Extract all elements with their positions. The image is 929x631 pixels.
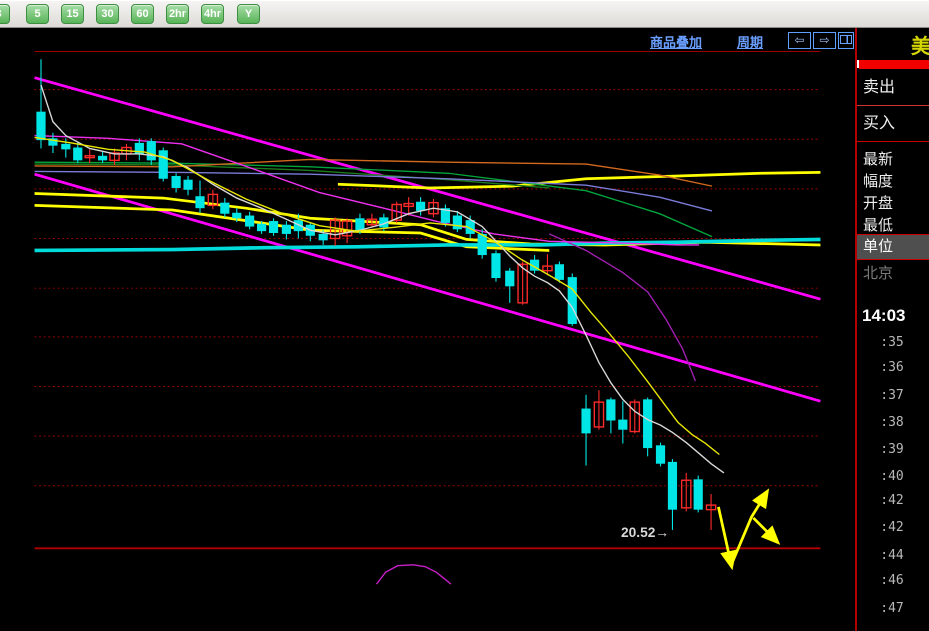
timeframe-button-Y[interactable]: Y: [237, 4, 260, 24]
split-window-button[interactable]: [838, 32, 854, 49]
sell-button[interactable]: 卖出: [857, 75, 929, 101]
drawn-arrows[interactable]: [717, 488, 781, 571]
timeframe-button-4hr[interactable]: 4hr: [201, 4, 224, 24]
chart-header: 商品叠加 周期 ⇦ ⇨: [0, 28, 855, 51]
indicator-lines: [34, 76, 821, 403]
price-bar-tick: [857, 60, 859, 68]
timeframe-toolbar: 35 15 30 60 2hr 4hr Y: [0, 0, 929, 28]
timeframe-button-5[interactable]: 5: [26, 4, 49, 24]
divider: [857, 141, 929, 142]
sub-indicator: [375, 564, 452, 585]
timeframe-button-15[interactable]: 15: [61, 4, 84, 24]
axis-label: :44: [880, 548, 904, 563]
price-change-bar: [859, 60, 929, 69]
trading-app-window: 35 15 30 60 2hr 4hr Y 商品叠加 周期 ⇦⇨ 20.52→ 美 卖出 买…: [0, 0, 929, 631]
cyan-step: [34, 237, 821, 253]
axis-label: :39: [880, 442, 904, 457]
timeframe-button-3[interactable]: 3: [0, 4, 10, 24]
split-window-icon: [840, 35, 852, 44]
low-price-label: 20.52→: [621, 525, 669, 540]
timeframe-button-30[interactable]: 30: [96, 4, 119, 24]
buy-button[interactable]: 买入: [857, 111, 929, 137]
field-last: 最新: [863, 151, 894, 168]
instrument-name[interactable]: 美: [911, 30, 929, 59]
axis-label: :36: [880, 360, 904, 375]
axis-label: :38: [880, 415, 904, 430]
chart-frame: [34, 51, 821, 550]
axis-label: :37: [880, 388, 904, 403]
unit-row[interactable]: 单位: [857, 234, 929, 260]
forward-arrow-button[interactable]: ⇨: [813, 32, 836, 49]
axis-label: :42: [880, 493, 904, 508]
price-chart[interactable]: 20.52→: [0, 51, 855, 631]
axis-label: :47: [880, 601, 904, 616]
divider: [857, 105, 929, 106]
candlesticks: [36, 59, 717, 530]
field-open: 开盘: [863, 195, 894, 212]
back-arrow-button[interactable]: ⇦: [788, 32, 811, 49]
axis-label: :46: [880, 573, 904, 588]
svg-text:20.52→: 20.52→: [621, 525, 669, 540]
beijing-label: 北京: [863, 265, 894, 282]
axis-label: :42: [880, 520, 904, 535]
overlay-link[interactable]: 商品叠加: [650, 32, 702, 51]
yellow-step-3: [337, 170, 821, 190]
beijing-time: 14:03: [862, 306, 906, 325]
field-range: 幅度: [863, 173, 894, 190]
axis-label: :35: [880, 335, 904, 350]
axis-label: :40: [880, 469, 904, 484]
timeframe-button-60[interactable]: 60: [131, 4, 154, 24]
timeframe-button-2hr[interactable]: 2hr: [166, 4, 189, 24]
period-link[interactable]: 周期: [737, 32, 763, 51]
quote-panel: 美 卖出 买入 最新 幅度 开盘 最低 单位 北京 14:03 :35:36:37:3…: [855, 28, 929, 631]
